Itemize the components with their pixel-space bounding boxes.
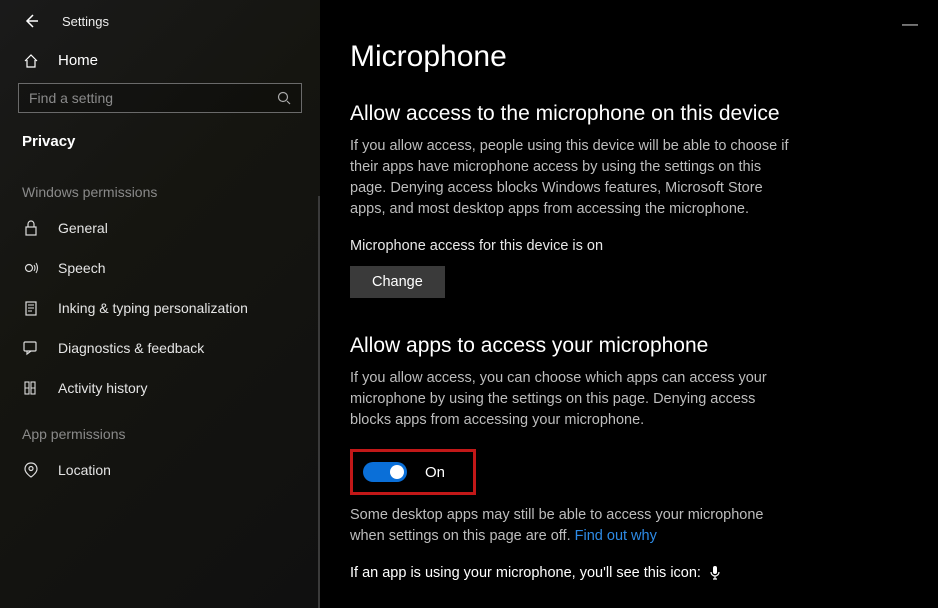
section-app-permissions: App permissions bbox=[0, 408, 320, 450]
sidebar-item-label: Location bbox=[58, 462, 111, 478]
section-windows-permissions: Windows permissions bbox=[0, 166, 320, 208]
sidebar-item-label: General bbox=[58, 220, 108, 236]
sidebar-item-label: Activity history bbox=[58, 380, 147, 396]
sidebar-category: Privacy bbox=[0, 127, 320, 166]
back-arrow-icon[interactable] bbox=[22, 12, 40, 30]
section-1-heading: Allow access to the microphone on this d… bbox=[350, 102, 882, 126]
sidebar-item-label: Diagnostics & feedback bbox=[58, 340, 204, 356]
sidebar-item-label: Speech bbox=[58, 260, 105, 276]
note-text: Some desktop apps may still be able to a… bbox=[350, 507, 763, 544]
sidebar-item-general[interactable]: General bbox=[0, 208, 320, 248]
location-icon bbox=[22, 462, 40, 478]
page-title: Microphone bbox=[350, 40, 882, 74]
feedback-icon bbox=[22, 340, 40, 356]
mic-indicator-line: If an app is using your microphone, you'… bbox=[350, 565, 882, 581]
sidebar-item-diagnostics[interactable]: Diagnostics & feedback bbox=[0, 328, 320, 368]
microphone-icon bbox=[709, 565, 721, 581]
search-input[interactable] bbox=[18, 83, 302, 113]
sidebar-item-location[interactable]: Location bbox=[0, 450, 320, 490]
window-title: Settings bbox=[62, 14, 109, 29]
sidebar-item-label: Inking & typing personalization bbox=[58, 300, 248, 316]
mic-line-text: If an app is using your microphone, you'… bbox=[350, 565, 701, 581]
highlighted-toggle-box: On bbox=[350, 449, 476, 495]
sidebar-home[interactable]: Home bbox=[0, 42, 320, 79]
sidebar-item-activity[interactable]: Activity history bbox=[0, 368, 320, 408]
toggle-label: On bbox=[425, 464, 445, 481]
section-2-heading: Allow apps to access your microphone bbox=[350, 334, 882, 358]
titlebar: Settings bbox=[0, 0, 320, 42]
clipboard-icon bbox=[22, 300, 40, 316]
home-icon bbox=[22, 53, 40, 69]
search-icon bbox=[277, 91, 291, 105]
content-area: Microphone Allow access to the microphon… bbox=[320, 0, 938, 608]
lock-icon bbox=[22, 220, 40, 236]
minimize-button[interactable]: — bbox=[902, 16, 918, 34]
section-2-description: If you allow access, you can choose whic… bbox=[350, 368, 790, 431]
speech-icon bbox=[22, 260, 40, 276]
section-1-description: If you allow access, people using this d… bbox=[350, 136, 790, 220]
sidebar-scrollbar[interactable] bbox=[318, 196, 320, 608]
search-field[interactable] bbox=[29, 90, 277, 106]
sidebar-home-label: Home bbox=[58, 52, 98, 69]
device-access-status: Microphone access for this device is on bbox=[350, 238, 882, 254]
sidebar-item-speech[interactable]: Speech bbox=[0, 248, 320, 288]
sidebar: Settings Home Privacy Windows permission… bbox=[0, 0, 320, 608]
history-icon bbox=[22, 380, 40, 396]
toggle-knob bbox=[390, 465, 404, 479]
change-button[interactable]: Change bbox=[350, 266, 445, 298]
apps-access-toggle[interactable] bbox=[363, 462, 407, 482]
find-out-why-link[interactable]: Find out why bbox=[575, 528, 657, 544]
sidebar-item-inking[interactable]: Inking & typing personalization bbox=[0, 288, 320, 328]
desktop-apps-note: Some desktop apps may still be able to a… bbox=[350, 505, 790, 547]
